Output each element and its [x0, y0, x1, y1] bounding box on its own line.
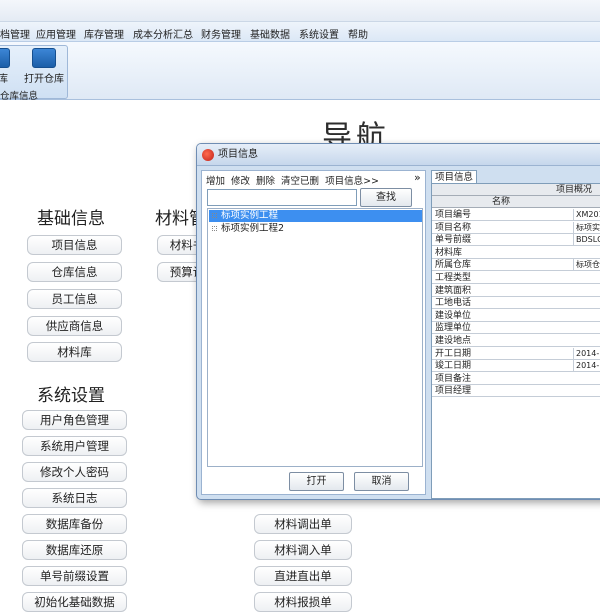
app-logo-icon — [202, 149, 214, 161]
folder-open-icon — [32, 48, 56, 68]
toolbar-overflow-icon[interactable]: » — [414, 171, 421, 184]
column-header-name: 名称 — [432, 196, 600, 208]
property-name: 项目备注 — [435, 373, 472, 384]
property-value[interactable]: XM2014 — [573, 209, 600, 221]
warehouse-button[interactable]: 仓库 — [0, 48, 10, 85]
list-item[interactable]: 标项实例工程2 — [209, 223, 422, 235]
cancel-button[interactable]: 取消 — [354, 472, 409, 491]
basic-info-heading: 基础信息 — [37, 209, 105, 229]
tab-project-info[interactable]: 项目信息 — [431, 170, 477, 184]
dialog-toolbar: 增加 修改 删除 清空已删 项目信息>> » — [206, 171, 421, 187]
search-input[interactable] — [207, 189, 357, 206]
property-name: 单号前缀 — [435, 235, 472, 246]
system-settings-heading: 系统设置 — [37, 386, 105, 406]
system-user-button[interactable]: 系统用户管理 — [22, 436, 127, 456]
menu-bar: 档管理 应用管理 库存管理 成本分析汇总 财务管理 基础数据 系统设置 帮助 — [0, 22, 600, 42]
property-value[interactable]: 2014-1 — [573, 347, 600, 360]
table-row[interactable]: 单号前缀 BDSLC — [432, 234, 600, 247]
edit-button[interactable]: 修改 — [231, 176, 250, 187]
property-name: 项目经理 — [435, 386, 472, 397]
user-role-button[interactable]: 用户角色管理 — [22, 410, 127, 430]
property-name: 工程类型 — [435, 273, 472, 283]
ribbon-group-label: 仓库信息 — [0, 91, 39, 102]
property-value[interactable]: 标项实 — [573, 221, 600, 234]
delete-button[interactable]: 删除 — [256, 176, 275, 187]
open-button[interactable]: 打开 — [289, 472, 344, 491]
window-top-strip — [0, 0, 600, 22]
material-out-button[interactable]: 材料调出单 — [254, 514, 352, 534]
property-value[interactable]: BDSLC — [573, 234, 600, 247]
project-info-dialog: 项目信息 增加 修改 删除 清空已删 项目信息>> » 查找 标项实例工程 标项实例工程… — [196, 143, 600, 500]
property-name: 材料库 — [435, 247, 463, 258]
direct-in-out-button[interactable]: 直进直出单 — [254, 566, 352, 586]
menu-settings[interactable]: 系统设置 — [299, 26, 339, 41]
table-row[interactable]: 项目备注 — [432, 373, 600, 385]
warehouse-icon — [0, 48, 10, 68]
employee-info-button[interactable]: 员工信息 — [27, 289, 122, 309]
menu-base-data[interactable]: 基础数据 — [250, 26, 290, 41]
menu-cost[interactable]: 成本分析汇总 — [133, 26, 193, 41]
dialog-title: 项目信息 — [218, 149, 258, 160]
prefix-settings-button[interactable]: 单号前缀设置 — [22, 566, 127, 586]
table-row[interactable]: 材料库 — [432, 247, 600, 259]
property-value[interactable]: 2014-1 — [573, 360, 600, 373]
open-warehouse-button[interactable]: 打开仓库 — [24, 48, 64, 85]
warehouse-info-button[interactable]: 仓库信息 — [27, 262, 122, 282]
material-loss-button[interactable]: 材料报损单 — [254, 592, 352, 612]
menu-help[interactable]: 帮助 — [348, 26, 368, 41]
property-value[interactable]: 标项仓 — [573, 259, 600, 272]
list-item[interactable]: 标项实例工程 — [209, 210, 422, 222]
tree-node-icon — [212, 226, 217, 231]
material-in-button[interactable]: 材料调入单 — [254, 540, 352, 560]
project-detail-panel: 项目信息 项目概况 名称 项目编号 XM2014 项目名称 标项实单号前缀 BDSLC 材… — [431, 168, 600, 499]
menu-inventory[interactable]: 库存管理 — [84, 26, 124, 41]
supplier-info-button[interactable]: 供应商信息 — [27, 316, 122, 336]
clear-deleted-button[interactable]: 清空已删 — [281, 176, 319, 187]
table-row[interactable]: 项目经理 — [432, 385, 600, 398]
db-backup-button[interactable]: 数据库备份 — [22, 514, 127, 534]
table-row[interactable]: 项目编号 XM2014 — [432, 209, 600, 221]
tree-node-icon — [212, 213, 217, 218]
table-row[interactable]: 工程类型 — [432, 272, 600, 284]
property-name: 建设单位 — [435, 310, 472, 321]
property-name: 开工日期 — [435, 348, 472, 359]
table-row[interactable]: 建设地点 — [432, 335, 600, 347]
menu-archive[interactable]: 档管理 — [0, 26, 30, 41]
add-button[interactable]: 增加 — [206, 176, 225, 187]
property-name: 工地电话 — [435, 298, 472, 309]
project-info-button[interactable]: 项目信息 — [27, 235, 122, 255]
material-library-button[interactable]: 材料库 — [27, 342, 122, 362]
ribbon: 仓库 打开仓库 仓库信息 — [0, 42, 600, 102]
search-button[interactable]: 查找 — [360, 188, 412, 207]
dialog-titlebar[interactable]: 项目信息 — [197, 144, 600, 166]
table-row[interactable]: 开工日期 2014-1 — [432, 347, 600, 360]
menu-app[interactable]: 应用管理 — [36, 26, 76, 41]
table-row[interactable]: 竣工日期 2014-1 — [432, 360, 600, 373]
project-list: 标项实例工程 标项实例工程2 — [207, 208, 423, 467]
db-restore-button[interactable]: 数据库还原 — [22, 540, 127, 560]
section-header: 项目概况 — [432, 184, 600, 196]
table-row[interactable]: 项目名称 标项实 — [432, 221, 600, 234]
table-row[interactable]: 所属仓库 标项仓 — [432, 259, 600, 272]
property-name: 项目名称 — [435, 222, 472, 233]
ribbon-group-warehouse: 仓库 打开仓库 仓库信息 — [0, 45, 68, 102]
property-name: 建筑面积 — [435, 285, 472, 296]
init-data-button[interactable]: 初始化基础数据 — [22, 592, 127, 612]
system-log-button[interactable]: 系统日志 — [22, 488, 127, 508]
property-name: 监理单位 — [435, 323, 472, 334]
property-name: 所属仓库 — [435, 260, 472, 271]
table-row[interactable]: 建设单位 — [432, 310, 600, 322]
change-password-button[interactable]: 修改个人密码 — [22, 462, 127, 482]
project-property-grid: 项目概况 名称 项目编号XM2014项目名称标项实单号前缀BDSLC材料库所属仓… — [431, 183, 600, 499]
table-row[interactable]: 工地电话 — [432, 297, 600, 310]
dialog-left-pane: 增加 修改 删除 清空已删 项目信息>> » 查找 标项实例工程 标项实例工程2 打开 … — [201, 170, 426, 495]
property-name: 竣工日期 — [435, 361, 472, 372]
table-row[interactable]: 建筑面积 — [432, 285, 600, 297]
menu-finance[interactable]: 财务管理 — [201, 26, 241, 41]
property-name: 建设地点 — [435, 336, 472, 346]
table-row[interactable]: 监理单位 — [432, 322, 600, 335]
project-info-expand-button[interactable]: 项目信息>> — [325, 176, 379, 187]
property-name: 项目编号 — [435, 210, 472, 220]
